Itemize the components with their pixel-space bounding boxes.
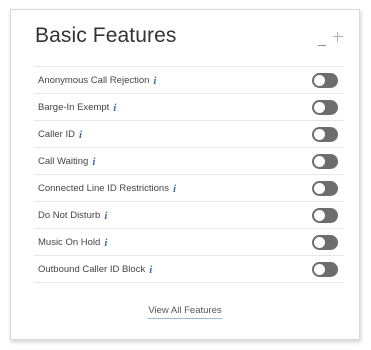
feature-row-music-on-hold: Music On Hold i [34, 229, 344, 256]
feature-list: Anonymous Call Rejection i Barge-In Exemp… [34, 66, 344, 283]
toggle-knob [314, 210, 325, 221]
toggle-knob [314, 129, 325, 140]
feature-row-call-waiting: Call Waiting i [34, 148, 344, 175]
feature-toggle[interactable] [312, 100, 338, 115]
feature-row-caller-id: Caller ID i [34, 121, 344, 148]
panel-header: Basic Features [35, 24, 343, 54]
feature-label: Music On Hold i [38, 237, 108, 249]
feature-label: Anonymous Call Rejection i [38, 75, 157, 87]
info-icon[interactable]: i [113, 102, 116, 114]
info-icon[interactable]: i [79, 129, 82, 141]
feature-toggle[interactable] [312, 154, 338, 169]
minimize-icon[interactable] [317, 45, 326, 46]
toggle-knob [314, 237, 325, 248]
feature-toggle[interactable] [312, 208, 338, 223]
feature-label: Connected Line ID Restrictions i [38, 183, 177, 195]
page-canvas: Basic Features Anonymous Call Rejection i… [0, 0, 371, 350]
toggle-knob [314, 102, 325, 113]
feature-label: Do Not Disturb i [38, 210, 108, 222]
panel-controls [317, 30, 343, 46]
info-icon[interactable]: i [153, 75, 156, 87]
info-icon[interactable]: i [92, 156, 95, 168]
feature-label: Caller ID i [38, 129, 83, 141]
info-icon[interactable]: i [149, 264, 152, 276]
feature-label: Outbound Caller ID Block i [38, 264, 153, 276]
feature-row-barge-in-exempt: Barge-In Exempt i [34, 94, 344, 121]
toggle-knob [314, 183, 325, 194]
info-icon[interactable]: i [173, 183, 176, 195]
feature-label: Call Waiting i [38, 156, 96, 168]
view-all-container: View All Features [11, 300, 359, 319]
panel-title: Basic Features [35, 24, 177, 47]
toggle-knob [314, 156, 325, 167]
feature-toggle[interactable] [312, 181, 338, 196]
feature-label: Barge-In Exempt i [38, 102, 117, 114]
feature-toggle[interactable] [312, 262, 338, 277]
view-all-features-link[interactable]: View All Features [148, 305, 222, 319]
feature-row-do-not-disturb: Do Not Disturb i [34, 202, 344, 229]
feature-toggle[interactable] [312, 73, 338, 88]
feature-row-outbound-caller-id-block: Outbound Caller ID Block i [34, 256, 344, 283]
info-icon[interactable]: i [104, 237, 107, 249]
feature-toggle[interactable] [312, 235, 338, 250]
feature-row-anonymous-call-rejection: Anonymous Call Rejection i [34, 67, 344, 94]
info-icon[interactable]: i [104, 210, 107, 222]
feature-toggle[interactable] [312, 127, 338, 142]
move-icon[interactable] [333, 32, 343, 42]
toggle-knob [314, 264, 325, 275]
toggle-knob [314, 75, 325, 86]
basic-features-panel: Basic Features Anonymous Call Rejection i… [10, 9, 360, 340]
feature-row-connected-line-id-restrictions: Connected Line ID Restrictions i [34, 175, 344, 202]
